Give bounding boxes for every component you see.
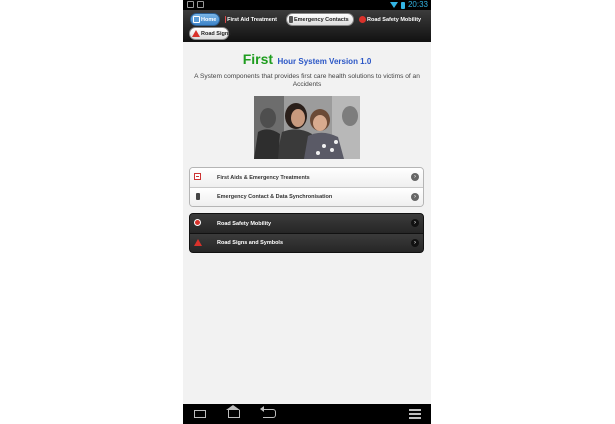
- page-title: First Hour System Version 1.0: [183, 51, 431, 69]
- status-bar: 20:33: [183, 0, 431, 10]
- tab-home-label: Home: [201, 16, 217, 23]
- notification-icon: [197, 1, 204, 8]
- chevron-right-icon: ›: [411, 219, 419, 227]
- tab-emergency-label: Emergency Contacts: [294, 16, 349, 23]
- list-primary: First Aids & Emergency Treatments › Emer…: [189, 167, 424, 207]
- tab-first-aid-treatment[interactable]: First Aid Treatment: [223, 13, 279, 26]
- warning-triangle-icon: [194, 239, 202, 246]
- home-button-icon[interactable]: [226, 405, 240, 418]
- back-icon[interactable]: [260, 406, 276, 418]
- list-item-label: Road Signs and Symbols: [217, 240, 284, 246]
- chevron-right-icon: ›: [411, 239, 419, 247]
- stop-sign-icon: [359, 16, 366, 23]
- list-item-label: Road Safety Mobility: [217, 220, 272, 227]
- phone-icon: [289, 16, 293, 23]
- title-sub: Hour System Version 1.0: [277, 57, 372, 66]
- wifi-icon: [389, 2, 398, 8]
- battery-icon: [400, 1, 405, 9]
- recent-apps-icon[interactable]: [194, 410, 206, 418]
- photo-illustration: [254, 96, 360, 159]
- menu-icon[interactable]: [409, 409, 421, 419]
- first-aid-icon: [225, 16, 227, 23]
- warning-triangle-icon: [192, 30, 200, 37]
- list-item-label: First Aids & Emergency Treatments: [217, 174, 310, 181]
- first-aid-icon: [194, 173, 201, 180]
- tab-header: Home First Aid Treatment Emergency Conta…: [183, 10, 431, 42]
- tab-road-safety-mobility[interactable]: Road Safety Mobility: [357, 13, 431, 26]
- list-item-label: Emergency Contact & Data Synchronisation: [217, 194, 333, 200]
- notification-icon: [187, 1, 194, 8]
- tablet-screen: 20:33 Home First Aid Treatment Emergency…: [183, 0, 431, 424]
- tab-emergency-contacts[interactable]: Emergency Contacts: [286, 13, 354, 26]
- hero-photo: [254, 96, 360, 159]
- list-secondary: Road Safety Mobility › Road Signs and Sy…: [189, 213, 424, 253]
- description: A System components that provides first …: [194, 73, 420, 88]
- title-main: First: [242, 51, 274, 67]
- system-navigation-bar: [183, 404, 431, 424]
- stop-sign-icon: [194, 219, 201, 226]
- list-item-road-safety[interactable]: Road Safety Mobility ›: [190, 214, 423, 233]
- chevron-right-icon: ›: [411, 193, 419, 201]
- notification-icons: [187, 1, 204, 8]
- list-item-first-aid[interactable]: First Aids & Emergency Treatments ›: [190, 168, 423, 187]
- status-indicators: 20:33: [389, 0, 428, 10]
- home-icon: [193, 16, 200, 23]
- tab-road-signs-label: Road Signs: [201, 30, 232, 37]
- phone-icon: [196, 193, 200, 200]
- list-item-road-signs[interactable]: Road Signs and Symbols ›: [190, 233, 423, 252]
- clock: 20:33: [407, 0, 428, 9]
- tab-first-aid-label: First Aid Treatment: [227, 16, 277, 23]
- tab-road-safety-label: Road Safety Mobility: [367, 16, 422, 23]
- chevron-right-icon: ›: [411, 173, 419, 181]
- tab-home[interactable]: Home: [190, 13, 220, 26]
- list-item-emergency-contact[interactable]: Emergency Contact & Data Synchronisation…: [190, 187, 423, 206]
- tab-road-signs[interactable]: Road Signs: [189, 27, 232, 40]
